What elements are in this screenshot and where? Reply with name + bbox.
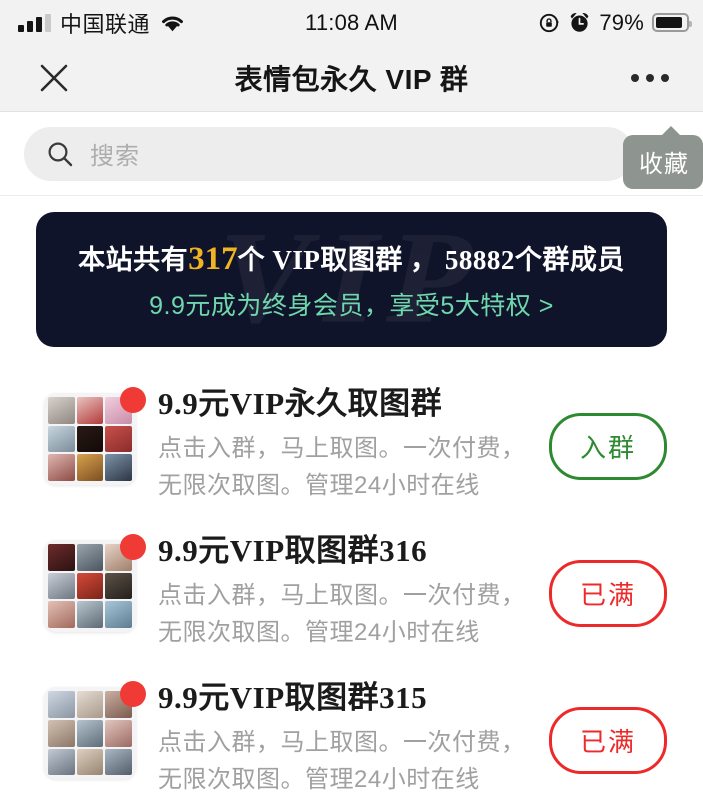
group-title: 9.9元VIP取图群316	[158, 532, 535, 571]
group-full-button[interactable]: 已满	[549, 560, 667, 627]
group-description: 点击入群，马上取图。一次付费，无限次取图。管理24小时在线	[158, 724, 533, 798]
close-icon[interactable]	[34, 58, 74, 98]
wifi-icon	[159, 13, 186, 33]
list-item[interactable]: 9.9元VIP取图群316 点击入群，马上取图。一次付费，无限次取图。管理24小…	[0, 518, 703, 665]
banner-section: VIP 本站共有317个 VIP取图群 ， 58882个群成员 9.9元成为终身…	[0, 196, 703, 347]
more-options-icon[interactable]	[625, 64, 675, 92]
group-list: 9.9元VIP永久取图群 点击入群，马上取图。一次付费，无限次取图。管理24小时…	[0, 347, 703, 800]
search-placeholder: 搜索	[90, 136, 140, 171]
new-dot-badge	[120, 387, 146, 413]
status-bar-right: 79%	[538, 10, 689, 36]
group-action: 入群	[549, 413, 667, 480]
carrier-label: 中国联通	[60, 7, 150, 39]
rotation-lock-icon	[538, 12, 560, 34]
group-description: 点击入群，马上取图。一次付费，无限次取图。管理24小时在线	[158, 430, 533, 504]
search-icon	[46, 140, 74, 168]
avatar	[44, 540, 136, 632]
group-text: 9.9元VIP永久取图群 点击入群，马上取图。一次付费，无限次取图。管理24小时…	[136, 385, 549, 504]
status-bar-left: 中国联通	[18, 7, 186, 39]
group-action: 已满	[549, 560, 667, 627]
vip-promo-banner[interactable]: VIP 本站共有317个 VIP取图群 ， 58882个群成员 9.9元成为终身…	[36, 212, 667, 347]
status-bar: 中国联通 11:08 AM 79%	[0, 0, 703, 45]
search-input[interactable]: 搜索	[24, 127, 634, 181]
group-action: 已满	[549, 707, 667, 774]
app-screen: 中国联通 11:08 AM 79%	[0, 0, 703, 800]
list-item[interactable]: 9.9元VIP取图群315 点击入群，马上取图。一次付费，无限次取图。管理24小…	[0, 665, 703, 800]
page-title: 表情包永久 VIP 群	[0, 58, 703, 98]
group-description: 点击入群，马上取图。一次付费，无限次取图。管理24小时在线	[158, 577, 533, 651]
favorite-tooltip[interactable]: 收藏	[623, 135, 703, 189]
alarm-clock-icon	[568, 11, 591, 34]
battery-percent-label: 79%	[599, 10, 644, 36]
group-full-button[interactable]: 已满	[549, 707, 667, 774]
nav-bar: 表情包永久 VIP 群	[0, 45, 703, 112]
banner-watermark: VIP	[201, 212, 503, 347]
banner-membership-link[interactable]: 9.9元成为终身会员，享受5大特权 >	[149, 286, 554, 322]
join-group-button[interactable]: 入群	[549, 413, 667, 480]
battery-icon	[652, 13, 689, 32]
signal-bars-icon	[18, 14, 51, 32]
list-item[interactable]: 9.9元VIP永久取图群 点击入群，马上取图。一次付费，无限次取图。管理24小时…	[0, 371, 703, 518]
banner-middle: 个 VIP取图群 ，	[238, 245, 438, 275]
group-title: 9.9元VIP取图群315	[158, 679, 535, 718]
favorite-tooltip-label: 收藏	[639, 151, 689, 178]
banner-member-count: 58882	[445, 245, 515, 275]
new-dot-badge	[120, 534, 146, 560]
avatar	[44, 393, 136, 485]
banner-suffix: 个群成员	[515, 245, 625, 275]
group-title: 9.9元VIP永久取图群	[158, 385, 535, 424]
avatar	[44, 687, 136, 779]
banner-group-count: 317	[188, 241, 238, 277]
banner-prefix: 本站共有	[78, 245, 188, 275]
group-text: 9.9元VIP取图群315 点击入群，马上取图。一次付费，无限次取图。管理24小…	[136, 679, 549, 798]
banner-stats-line: 本站共有317个 VIP取图群 ， 58882个群成员	[78, 238, 625, 278]
group-text: 9.9元VIP取图群316 点击入群，马上取图。一次付费，无限次取图。管理24小…	[136, 532, 549, 651]
search-row: 搜索 收藏	[0, 112, 703, 196]
